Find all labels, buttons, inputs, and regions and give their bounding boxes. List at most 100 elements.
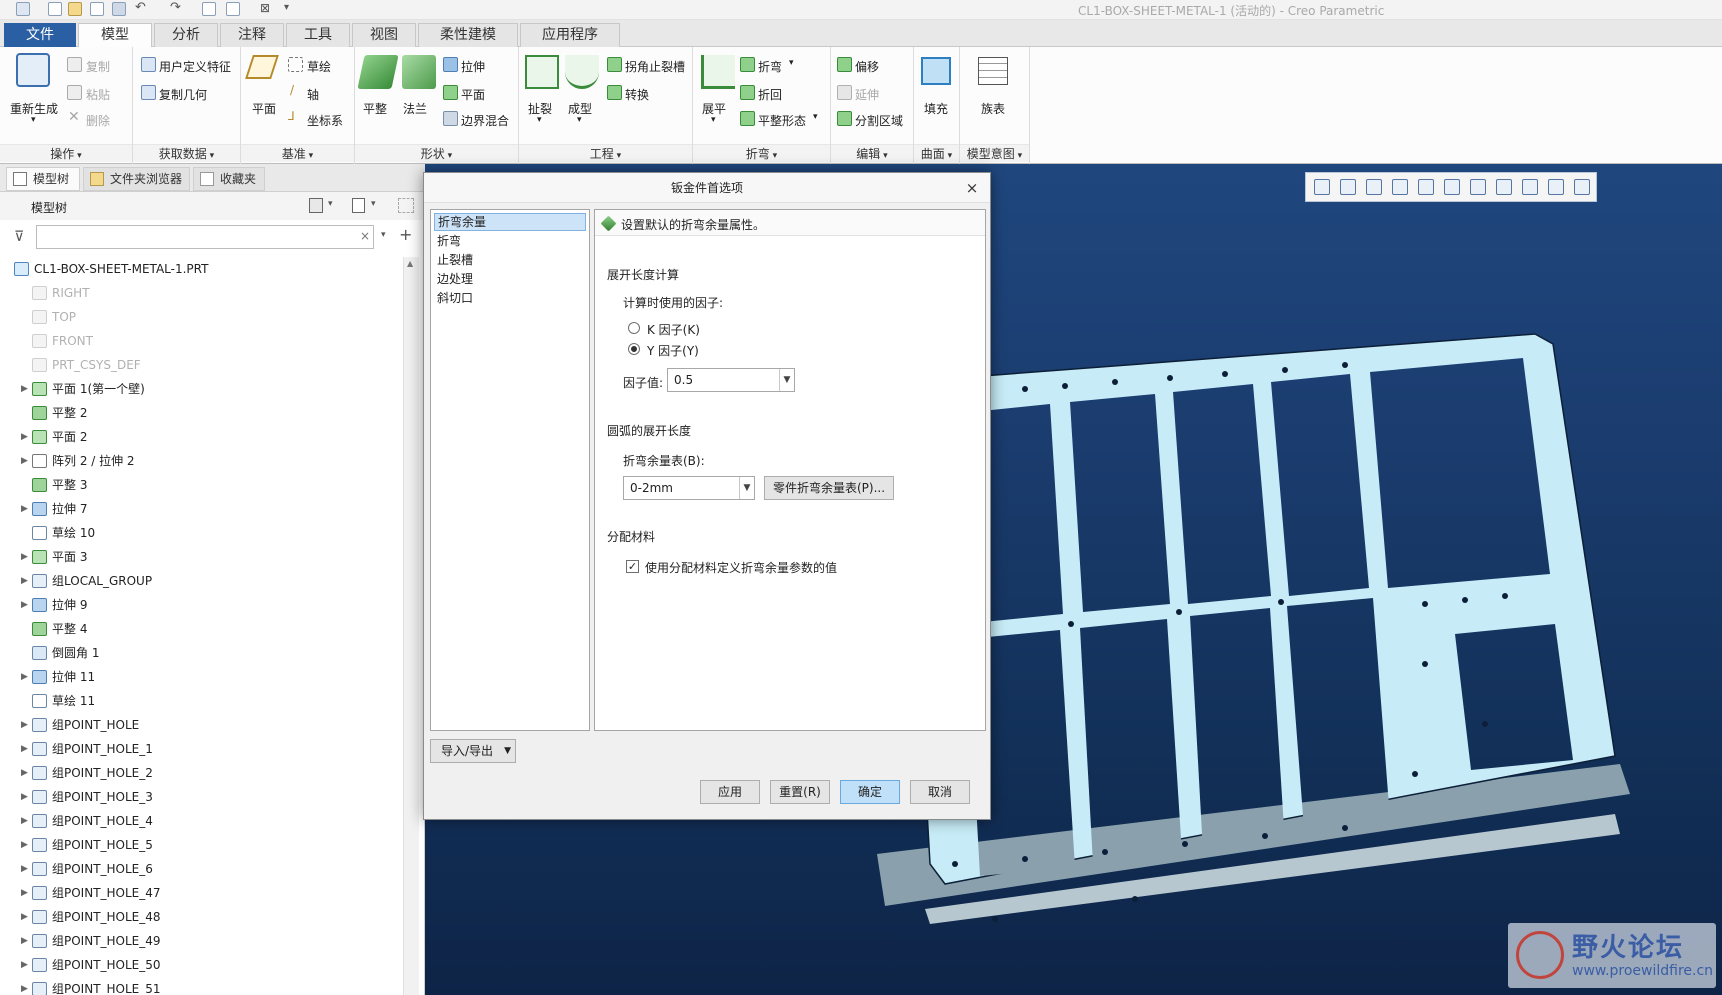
tree-item[interactable]: ▶ 拉伸 11 [0,665,403,689]
columns-icon[interactable] [398,198,414,213]
cancel-button[interactable]: 取消 [910,780,970,804]
axis-button[interactable]: 轴 [307,86,319,103]
flat-state-button[interactable]: 平整形态 [758,112,806,129]
group-label-editing[interactable]: 编辑 [831,144,913,162]
y-factor-radio[interactable] [628,343,640,355]
expand-arrow-icon[interactable]: ▶ [21,785,28,809]
datum-plane-icon[interactable] [245,55,279,79]
tree-item[interactable]: ▶ 组POINT_HOLE_49 [0,929,403,953]
bend-table-combo[interactable]: 0-2mm ▼ [623,476,755,500]
tree-item[interactable]: ▶ 组POINT_HOLE [0,713,403,737]
csys-button[interactable]: 坐标系 [307,112,343,129]
tree-item[interactable]: ▶ 组POINT_HOLE_47 [0,881,403,905]
fill-button[interactable]: 填充 [924,100,948,117]
expand-arrow-icon[interactable]: ▶ [21,809,28,833]
tree-item[interactable]: 平整 2 [0,401,403,425]
use-material-label[interactable]: 使用分配材料定义折弯余量参数的值 [645,559,837,576]
boundary-blend-button[interactable]: 边界混合 [461,112,509,129]
expand-arrow-icon[interactable]: ▶ [21,881,28,905]
expand-arrow-icon[interactable]: ▶ [21,425,28,449]
regenerate-quick-icon[interactable] [202,2,216,16]
open-folder-icon[interactable] [68,2,82,16]
family-table-button[interactable]: 族表 [981,100,1005,117]
expand-arrow-icon[interactable]: ▶ [21,569,28,593]
tab-view[interactable]: 视图 [352,23,416,47]
app-icon[interactable] [16,2,30,16]
chevron-down-icon[interactable]: ▼ [739,477,754,499]
tab-tools[interactable]: 工具 [286,23,350,47]
tree-item[interactable]: ▶ 平面 3 [0,545,403,569]
import-export-button[interactable]: 导入/导出 ▼ [430,739,516,763]
show-icon[interactable] [352,198,365,213]
group-label-surfaces[interactable]: 曲面 [914,144,959,162]
part-bend-table-button[interactable]: 零件折弯余量表(P)... [764,476,894,500]
tree-item[interactable]: ▶ 组POINT_HOLE_1 [0,737,403,761]
tree-item[interactable]: ▶ 组POINT_HOLE_3 [0,785,403,809]
flat-state-dropdown-icon[interactable]: ▾ [813,112,818,122]
form-dropdown-icon[interactable]: ▾ [577,115,582,125]
group-label-engineering[interactable]: 工程 [519,144,692,162]
show-dropdown-icon[interactable]: ▾ [371,199,376,209]
add-filter-icon[interactable]: + [399,225,412,244]
tree-item[interactable]: PRT_CSYS_DEF [0,353,403,377]
save-icon[interactable] [112,2,126,16]
dialog-close-button[interactable]: × [962,173,982,203]
expand-arrow-icon[interactable]: ▶ [21,833,28,857]
factor-value-combo[interactable]: 0.5 ▼ [667,368,795,392]
tree-item[interactable]: ▶ 组POINT_HOLE_4 [0,809,403,833]
tree-item[interactable]: 平整 4 [0,617,403,641]
planar-button[interactable]: 平面 [461,86,485,103]
filter-dropdown-icon[interactable]: ▾ [381,230,386,240]
expand-arrow-icon[interactable]: ▶ [21,737,28,761]
tree-item[interactable]: 草绘 11 [0,689,403,713]
y-factor-label[interactable]: Y 因子(Y) [647,342,699,359]
apply-button[interactable]: 应用 [700,780,760,804]
k-factor-label[interactable]: K 因子(K) [647,321,700,338]
copy-geometry-button[interactable]: 复制几何 [159,86,207,103]
tree-filter-input[interactable] [36,225,374,249]
split-area-button[interactable]: 分割区域 [855,112,903,129]
settings-icon[interactable] [309,198,323,213]
undo-icon[interactable]: ↶ [135,0,146,15]
k-factor-radio[interactable] [628,322,640,334]
expand-arrow-icon[interactable]: ▶ [21,497,28,521]
tab-flexible-modeling[interactable]: 柔性建模 [418,23,518,47]
expand-arrow-icon[interactable]: ▶ [21,761,28,785]
copy-button[interactable]: 复制 [86,58,110,75]
group-label-shapes[interactable]: 形状 [355,144,518,162]
group-label-get-data[interactable]: 获取数据 [133,144,240,162]
unbend-dropdown-icon[interactable]: ▾ [711,115,716,125]
regenerate-dropdown-icon[interactable]: ▾ [31,115,36,125]
flange-icon[interactable] [402,55,436,89]
customize-quick-access-icon[interactable]: ▾ [284,2,289,13]
close-window-icon[interactable]: ⊠ [260,1,270,15]
paste-button[interactable]: 粘贴 [86,86,110,103]
expand-arrow-icon[interactable]: ▶ [21,953,28,977]
tree-item[interactable]: ▶ 组POINT_HOLE_6 [0,857,403,881]
rip-icon[interactable] [525,55,559,89]
bend-button[interactable]: 折弯 [758,58,782,75]
bend-dropdown-icon[interactable]: ▾ [789,58,794,68]
flat-wall-button[interactable]: 平整 [363,100,387,117]
tree-item[interactable]: ▶ 组POINT_HOLE_2 [0,761,403,785]
flange-button[interactable]: 法兰 [403,100,427,117]
category-relief[interactable]: 止裂槽 [434,251,586,269]
reset-button[interactable]: 重置(R) [770,780,830,804]
windows-icon[interactable] [226,2,240,16]
tree-item[interactable]: ▶ 组POINT_HOLE_5 [0,833,403,857]
bend-back-button[interactable]: 折回 [758,86,782,103]
category-edge-treatment[interactable]: 边处理 [434,270,586,288]
tree-item[interactable]: ▶ 平面 1(第一个壁) [0,377,403,401]
chevron-down-icon[interactable]: ▼ [504,740,511,762]
tree-item[interactable]: 平整 3 [0,473,403,497]
expand-arrow-icon[interactable]: ▶ [21,929,28,953]
expand-arrow-icon[interactable]: ▶ [21,449,28,473]
scroll-up-icon[interactable]: ▲ [407,259,413,268]
expand-arrow-icon[interactable]: ▶ [21,905,28,929]
category-bend-allowance[interactable]: 折弯余量 [434,213,586,231]
group-label-model-intent[interactable]: 模型意图 [960,144,1029,162]
tab-applications[interactable]: 应用程序 [520,23,620,47]
tree-item[interactable]: RIGHT [0,281,403,305]
redo-icon[interactable]: ↷ [170,0,181,15]
tree-item[interactable]: ▶ 组POINT_HOLE_50 [0,953,403,977]
